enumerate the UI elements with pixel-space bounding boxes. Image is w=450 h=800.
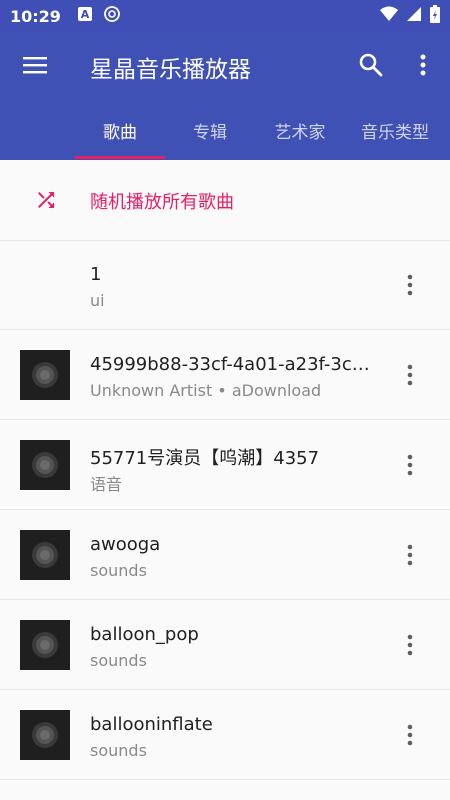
song-more-button[interactable] [398, 363, 422, 387]
song-more-button[interactable] [398, 723, 422, 747]
shuffle-all-label: 随机播放所有歌曲 [90, 192, 234, 213]
battery-icon [430, 5, 440, 27]
page-title: 星晶音乐播放器 [90, 57, 251, 83]
song-subtitle: Unknown Artist • aDownload [90, 381, 322, 400]
menu-button[interactable] [22, 52, 48, 78]
app-bar: 星晶音乐播放器 [0, 32, 450, 100]
more-vertical-icon [407, 364, 413, 386]
song-list-item[interactable]: 55771号演员【呜潮】4357 语音 [0, 420, 450, 510]
list-bottom-edge [0, 780, 450, 800]
song-subtitle: sounds [90, 741, 147, 760]
song-more-button[interactable] [398, 273, 422, 297]
wifi-icon [380, 6, 398, 26]
status-time: 10:29 [10, 6, 61, 26]
song-subtitle: ui [90, 291, 105, 310]
vinyl-icon [32, 722, 58, 748]
more-vertical-icon [407, 724, 413, 746]
tab-albums[interactable]: 专辑 [165, 100, 255, 160]
overflow-menu-button[interactable] [410, 52, 436, 78]
album-art-thumbnail [20, 530, 70, 580]
song-more-button[interactable] [398, 633, 422, 657]
song-subtitle: sounds [90, 651, 147, 670]
tab-indicator [75, 156, 165, 159]
signal-icon [406, 6, 422, 26]
hamburger-icon [23, 57, 47, 74]
song-list-item[interactable]: 1 ui [0, 240, 450, 330]
song-more-button[interactable] [398, 543, 422, 567]
shuffle-icon [34, 188, 58, 212]
song-title: awooga [90, 534, 161, 555]
status-left-icons: A [77, 5, 121, 27]
song-list-item[interactable]: balloon_pop sounds [0, 600, 450, 690]
song-title: balloon_pop [90, 624, 199, 645]
a-icon: A [77, 6, 93, 26]
status-bar: 10:29 A [0, 0, 450, 32]
pocket-icon [103, 5, 121, 27]
search-button[interactable] [358, 52, 384, 78]
tab-artists[interactable]: 艺术家 [255, 100, 345, 160]
song-subtitle: sounds [90, 561, 147, 580]
tab-songs[interactable]: 歌曲 [75, 100, 165, 160]
song-list-item[interactable]: ballooninflate sounds [0, 690, 450, 780]
album-art-thumbnail [20, 710, 70, 760]
album-art-thumbnail [20, 620, 70, 670]
shuffle-all-row[interactable]: 随机播放所有歌曲 [0, 160, 450, 241]
search-icon [359, 53, 383, 77]
album-art-thumbnail [20, 350, 70, 400]
song-title: 45999b88-33cf-4a01-a23f-3c6… [90, 354, 375, 375]
more-vertical-icon [407, 544, 413, 566]
vinyl-icon [32, 452, 58, 478]
svg-text:A: A [81, 8, 90, 21]
song-list-item[interactable]: 45999b88-33cf-4a01-a23f-3c6… Unknown Art… [0, 330, 450, 420]
vinyl-icon [32, 542, 58, 568]
song-list-item[interactable]: awooga sounds [0, 510, 450, 600]
status-right-icons [380, 5, 440, 27]
song-title: 1 [90, 264, 102, 285]
tab-bar: 歌曲 专辑 艺术家 音乐类型 [0, 100, 450, 160]
album-art-thumbnail [20, 440, 70, 490]
more-vertical-icon [407, 274, 413, 296]
vinyl-icon [32, 632, 58, 658]
more-vertical-icon [407, 634, 413, 656]
song-more-button[interactable] [398, 453, 422, 477]
vinyl-icon [32, 362, 58, 388]
more-vertical-icon [407, 454, 413, 476]
song-subtitle: 语音 [90, 475, 123, 494]
song-title: ballooninflate [90, 714, 213, 735]
tab-genres[interactable]: 音乐类型 [345, 100, 445, 160]
song-title: 55771号演员【呜潮】4357 [90, 448, 320, 469]
more-vertical-icon [420, 54, 426, 76]
